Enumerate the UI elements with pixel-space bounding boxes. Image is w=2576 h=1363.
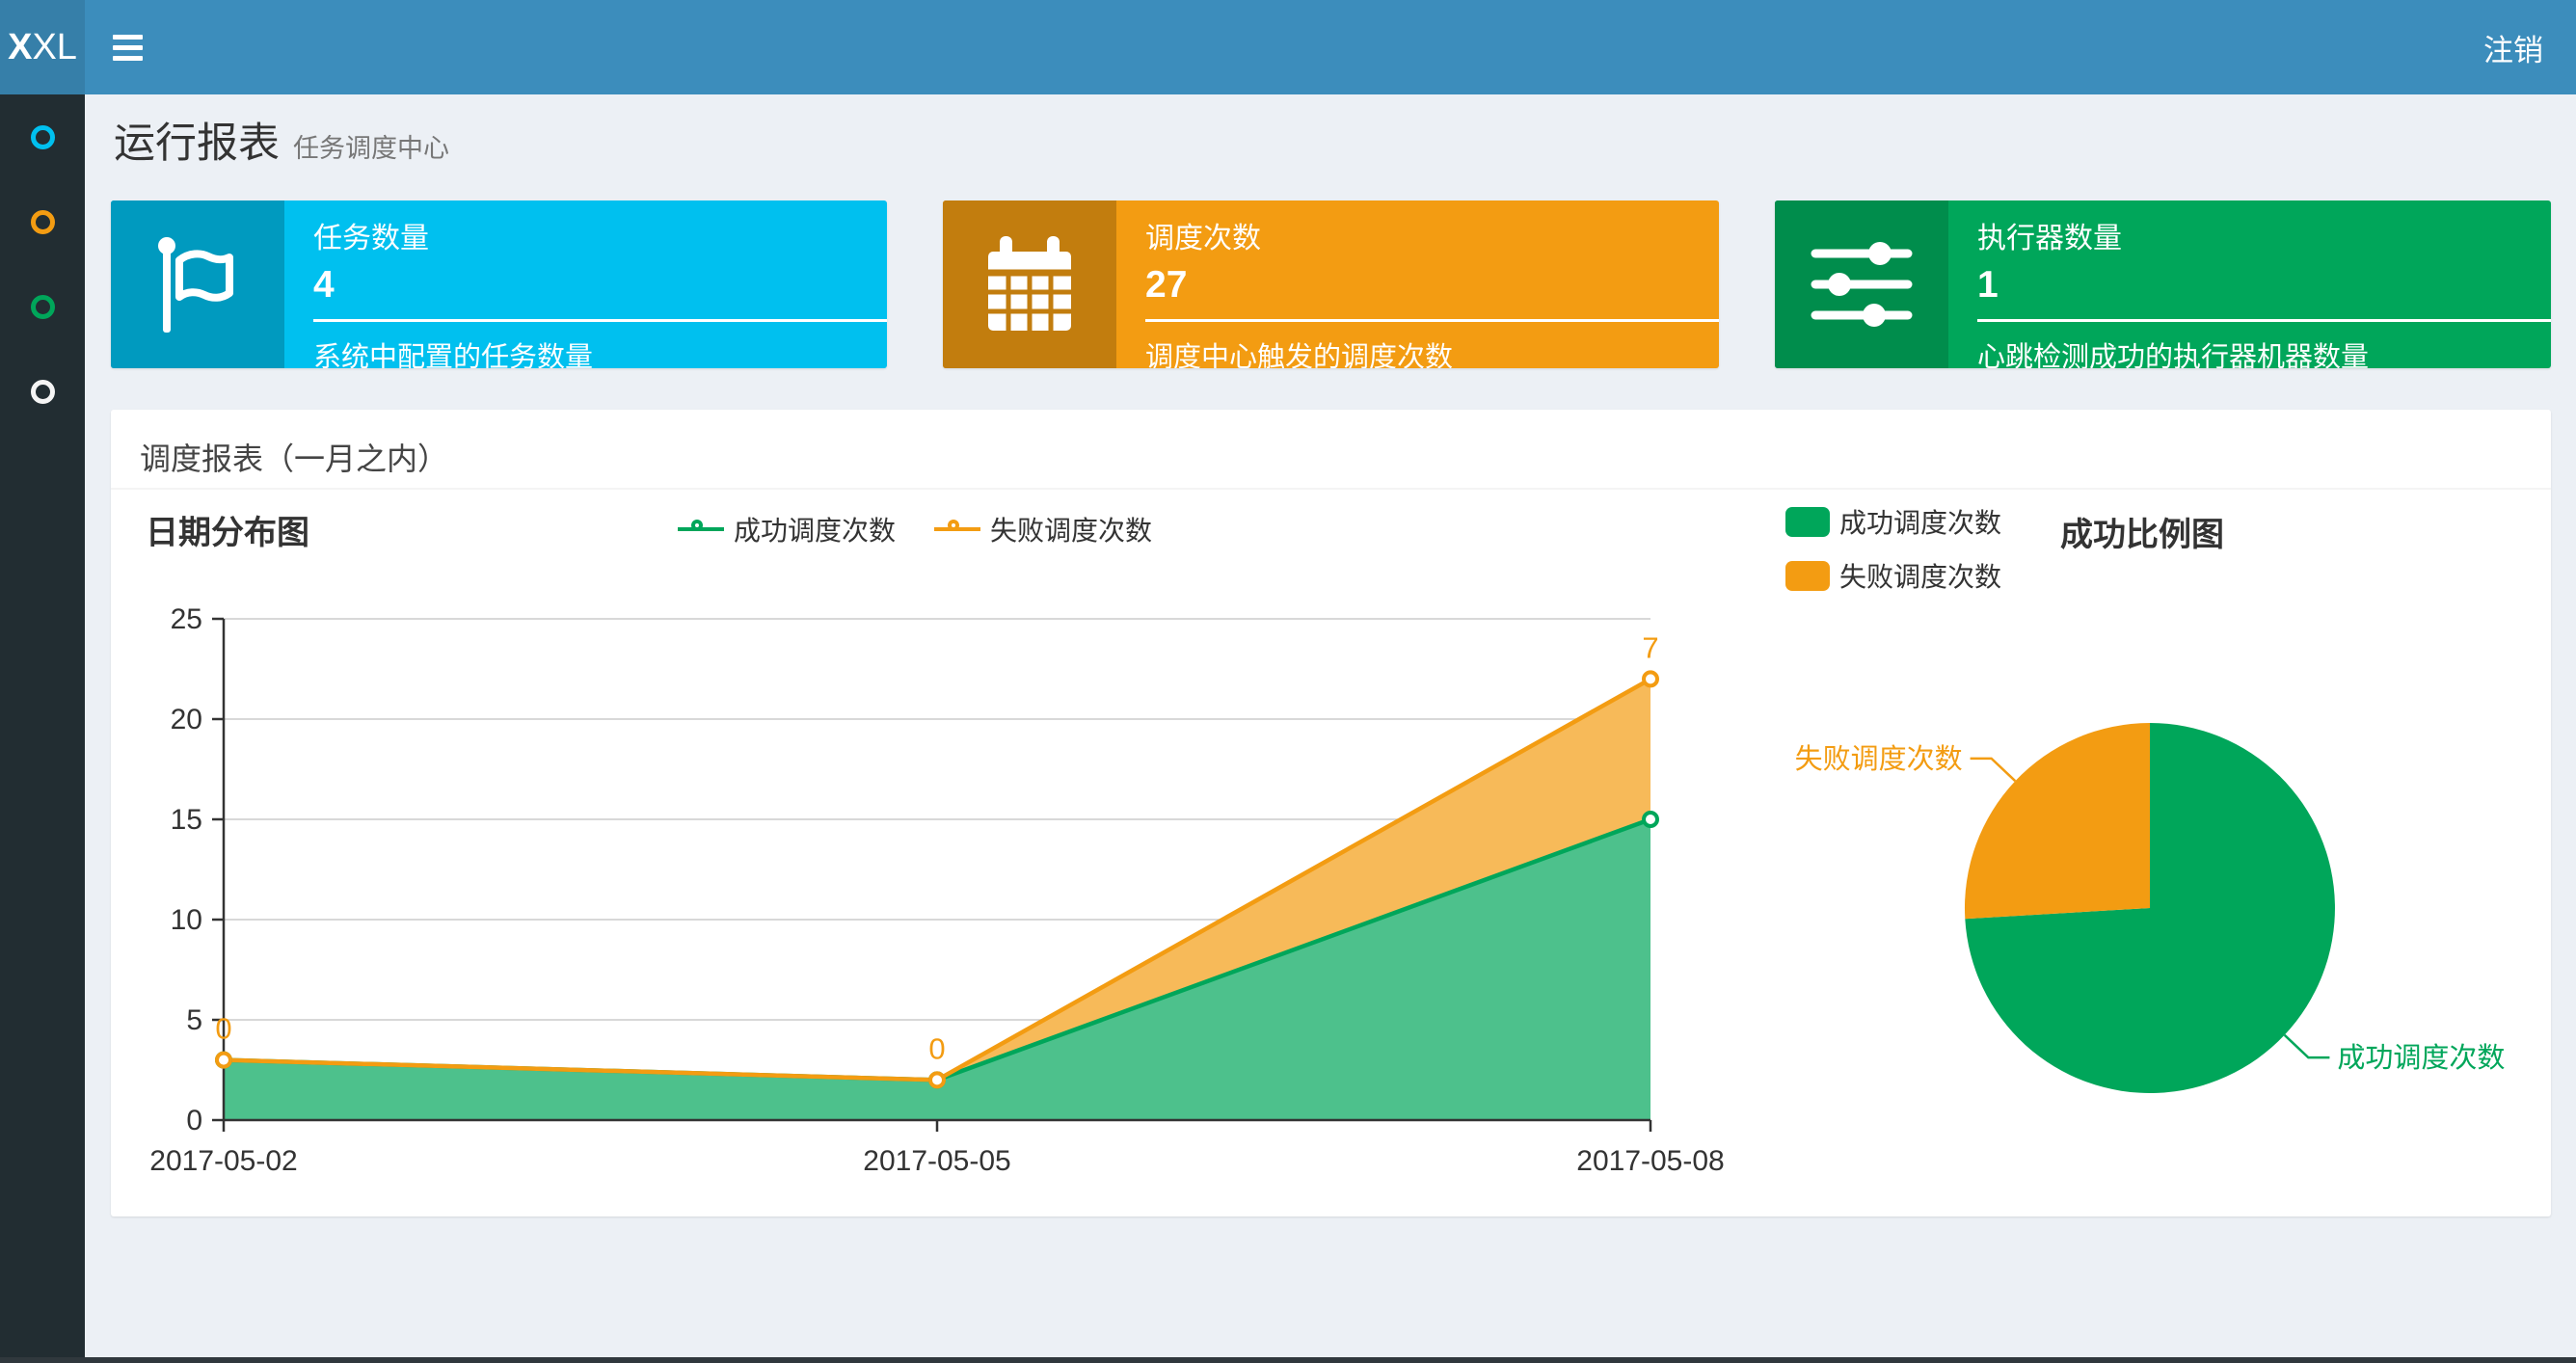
svg-text:2017-05-05: 2017-05-05 xyxy=(863,1145,1010,1177)
page-header: 运行报表 任务调度中心 xyxy=(114,110,449,170)
info-box-triggers: 调度次数 27 调度中心触发的调度次数 xyxy=(943,200,1719,368)
sidebar xyxy=(0,94,85,1357)
info-box-label: 执行器数量 xyxy=(1977,223,2122,254)
report-panel: 调度报表（一月之内） 日期分布图 成功调度次数 失败调度次数 成功调度次数 失败… xyxy=(111,410,2551,1216)
circle-outline-icon xyxy=(30,379,55,404)
logout-link[interactable]: 注销 xyxy=(2451,0,2576,94)
page-title: 运行报表 xyxy=(114,120,280,167)
hamburger-icon xyxy=(112,55,143,61)
svg-text:5: 5 xyxy=(186,1004,202,1036)
hamburger-icon xyxy=(112,34,143,40)
info-box-description: 心跳检测成功的执行器机器数量 xyxy=(1977,342,2370,368)
calendar-icon xyxy=(943,200,1116,368)
success-ratio-pie-chart[interactable]: 成功调度次数 失败调度次数 xyxy=(1673,487,2551,1200)
info-box-executors: 执行器数量 1 心跳检测成功的执行器机器数量 xyxy=(1775,200,2551,368)
logo-text-bold: X xyxy=(8,26,33,67)
info-box-description: 系统中配置的任务数量 xyxy=(313,342,594,368)
svg-text:0: 0 xyxy=(928,1031,945,1065)
circle-outline-icon xyxy=(30,209,55,234)
info-box-divider xyxy=(1977,319,2551,322)
sidebar-item-help[interactable] xyxy=(0,349,85,434)
sidebar-item-logs[interactable] xyxy=(0,264,85,349)
svg-text:失败调度次数: 失败调度次数 xyxy=(1795,743,1963,775)
info-box-value: 1 xyxy=(1977,264,1999,306)
svg-text:10: 10 xyxy=(171,904,202,936)
top-navbar: X XL 注销 xyxy=(0,0,2576,94)
info-box-divider xyxy=(313,319,887,322)
svg-text:7: 7 xyxy=(1642,630,1658,664)
hamburger-icon xyxy=(112,44,143,50)
circle-outline-icon xyxy=(30,294,55,319)
window-bottom-edge xyxy=(0,1357,2576,1363)
sidebar-item-dashboard[interactable] xyxy=(0,94,85,179)
sliders-icon xyxy=(1775,200,1948,368)
flag-icon xyxy=(111,200,284,368)
svg-text:2017-05-02: 2017-05-02 xyxy=(149,1145,297,1177)
info-box-value: 27 xyxy=(1145,264,1188,306)
page-subtitle: 任务调度中心 xyxy=(293,134,449,163)
main-content: 运行报表 任务调度中心 任务数量 4 系统中配置的任务数量 调度次数 27 调度… xyxy=(85,94,2576,1363)
app-logo[interactable]: X XL xyxy=(0,0,85,94)
svg-text:成功调度次数: 成功调度次数 xyxy=(2337,1042,2505,1074)
info-box-label: 调度次数 xyxy=(1145,223,1261,254)
svg-text:20: 20 xyxy=(171,704,202,735)
sidebar-item-jobs[interactable] xyxy=(0,179,85,264)
sidebar-toggle-button[interactable] xyxy=(85,0,170,94)
info-box-description: 调度中心触发的调度次数 xyxy=(1145,342,1454,368)
circle-outline-icon xyxy=(30,124,55,149)
info-box-row: 任务数量 4 系统中配置的任务数量 调度次数 27 调度中心触发的调度次数 执行… xyxy=(111,200,2551,368)
info-box-divider xyxy=(1145,319,1719,322)
logo-text: XL xyxy=(32,26,77,67)
date-distribution-chart[interactable]: 05101520252017-05-02 2017-05-05 2017-05-08… xyxy=(111,535,1750,1210)
svg-text:15: 15 xyxy=(171,804,202,836)
svg-text:0: 0 xyxy=(186,1105,202,1136)
info-box-label: 任务数量 xyxy=(313,223,429,254)
svg-text:0: 0 xyxy=(215,1012,231,1046)
svg-text:25: 25 xyxy=(171,603,202,635)
info-box-value: 4 xyxy=(313,264,335,306)
info-box-jobs: 任务数量 4 系统中配置的任务数量 xyxy=(111,200,887,368)
panel-title: 调度报表（一月之内） xyxy=(140,441,449,476)
